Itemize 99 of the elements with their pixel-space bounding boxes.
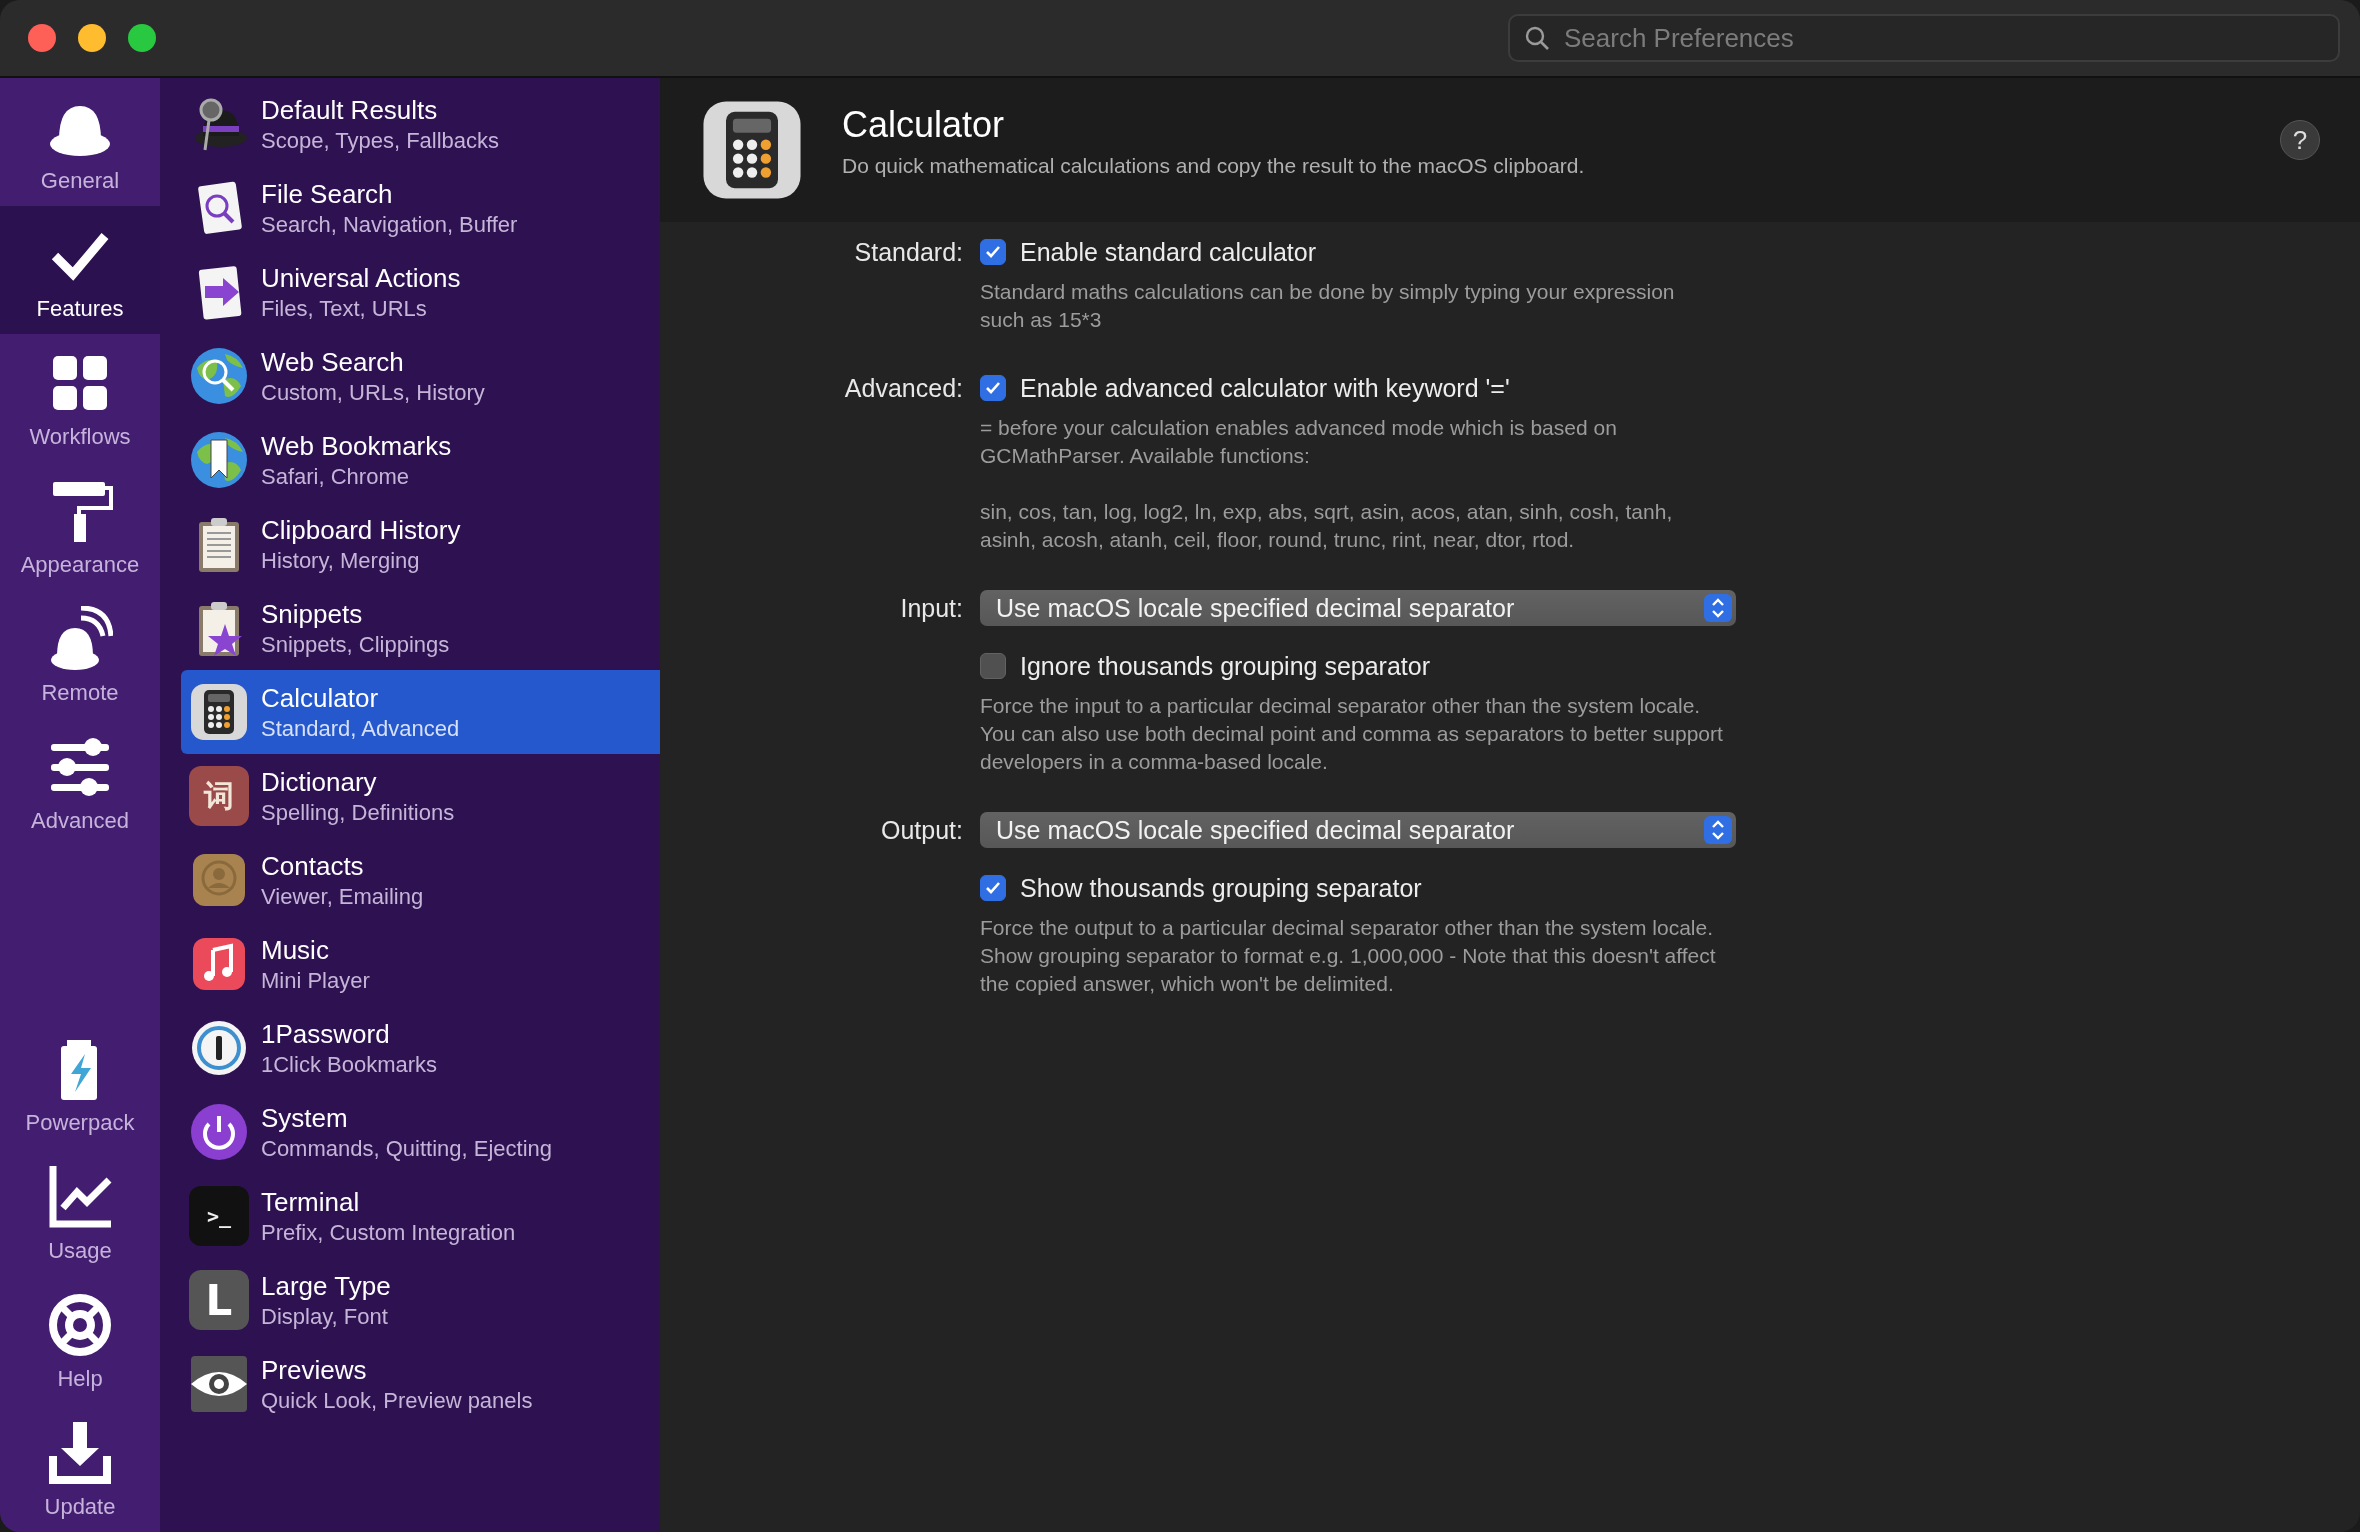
- feature-subtitle: Snippets, Clippings: [261, 631, 450, 658]
- setting-label: Input:: [899, 593, 963, 624]
- feature-title: Contacts: [261, 850, 365, 882]
- setting-description: Force the output to a particular decimal separator other than the system locale. Show grouping separator to format e.g. 1,000,000 - Note that this doesn't affect the copied answer, which won't be delimited.: [980, 915, 1717, 997]
- feature-subtitle: Prefix, Custom Integration: [261, 1219, 516, 1246]
- feature-title: Snippets: [261, 598, 364, 630]
- nav-item[interactable]: Powerpack: [0, 1020, 160, 1148]
- calculator-icon: [189, 682, 249, 742]
- feature-title: Previews: [261, 1354, 368, 1386]
- window-control[interactable]: [78, 24, 106, 52]
- checkbox-label: Ignore thousands grouping separator: [1020, 651, 1430, 681]
- window-control[interactable]: [28, 24, 56, 52]
- setting-label: Standard:: [853, 237, 963, 268]
- feature-item[interactable]: Music Mini Player: [181, 922, 660, 1006]
- feature-subtitle: Quick Look, Preview panels: [261, 1387, 533, 1414]
- keyhole-icon: [189, 1018, 249, 1078]
- dropdown[interactable]: Use macOS locale specified decimal separator: [980, 812, 1736, 848]
- feature-subtitle: Mini Player: [261, 967, 370, 994]
- feature-item[interactable]: Calculator Standard, Advanced: [181, 670, 660, 754]
- feature-title: Universal Actions: [261, 262, 461, 294]
- nav-item[interactable]: Update: [0, 1404, 160, 1532]
- feature-title: Large Type: [261, 1270, 391, 1302]
- feature-subtitle: Display, Font: [261, 1303, 389, 1330]
- setting-label: Output:: [880, 815, 963, 846]
- panel-title: Calculator: [842, 104, 1006, 146]
- nav-item[interactable]: Workflows: [0, 334, 160, 462]
- setting-description: Standard maths calculations can be done by simply typing your expression such as 15*3: [980, 279, 1676, 333]
- checkbox[interactable]: [980, 375, 1006, 401]
- feature-subtitle: 1Click Bookmarks: [261, 1051, 438, 1078]
- feature-title: Terminal: [261, 1186, 361, 1218]
- feature-item[interactable]: Previews Quick Look, Preview panels: [181, 1342, 660, 1426]
- nav-item[interactable]: Advanced: [0, 718, 160, 846]
- nav-item[interactable]: Remote: [0, 590, 160, 718]
- feature-title: Calculator: [261, 682, 380, 714]
- feature-title: Dictionary: [261, 766, 378, 798]
- setting-description: sin, cos, tan, log, log2, ln, exp, abs, sqrt, asin, acos, atan, sinh, cosh, tanh, asinh, acosh, atanh, ceil, floor, round, trunc, rint, near, dtor, rtod.: [980, 499, 1674, 553]
- setting-description: = before your calculation enables advanced mode which is based on GCMathParser. Available functions:: [980, 415, 1618, 469]
- feature-item[interactable]: Web Search Custom, URLs, History: [181, 334, 660, 418]
- feature-item[interactable]: >_ Terminal Prefix, Custom Integration: [181, 1174, 660, 1258]
- feature-title: Default Results: [261, 94, 439, 126]
- feature-title: File Search: [261, 178, 394, 210]
- line-chart-icon: [47, 1164, 113, 1230]
- help-button[interactable]: ?: [2280, 120, 2320, 160]
- feature-subtitle: Commands, Quitting, Ejecting: [261, 1135, 553, 1162]
- feature-subtitle: Viewer, Emailing: [261, 883, 424, 910]
- feature-item[interactable]: 1Password 1Click Bookmarks: [181, 1006, 660, 1090]
- book-icon: 词: [189, 766, 249, 826]
- calculator-icon: [700, 98, 804, 202]
- feature-subtitle: Safari, Chrome: [261, 463, 410, 490]
- lifebuoy-icon: [47, 1292, 113, 1358]
- feature-item[interactable]: System Commands, Quitting, Ejecting: [181, 1090, 660, 1174]
- panel-description: Do quick mathematical calculations and copy the result to the macOS clipboard.: [842, 154, 1585, 178]
- feature-subtitle: Spelling, Definitions: [261, 799, 455, 826]
- feature-item[interactable]: Clipboard History History, Merging: [181, 502, 660, 586]
- window-control[interactable]: [128, 24, 156, 52]
- globe-bookmark-icon: [189, 430, 249, 490]
- feature-item[interactable]: File Search Search, Navigation, Buffer: [181, 166, 660, 250]
- nav-item[interactable]: Help: [0, 1276, 160, 1404]
- feature-title: Web Bookmarks: [261, 430, 452, 462]
- terminal-icon: >_: [189, 1186, 249, 1246]
- feature-title: Music: [261, 934, 330, 966]
- dropdown[interactable]: Use macOS locale specified decimal separator: [980, 590, 1736, 626]
- stepper-icon: [1703, 593, 1733, 623]
- feature-item[interactable]: Snippets Snippets, Clippings: [181, 586, 660, 670]
- feature-item[interactable]: Web Bookmarks Safari, Chrome: [181, 418, 660, 502]
- checkbox-label: Enable standard calculator: [1020, 237, 1317, 267]
- large-type-icon: L: [189, 1270, 249, 1330]
- checkbox[interactable]: [980, 239, 1006, 265]
- setting-label: Advanced:: [843, 373, 963, 404]
- eye-icon: [189, 1354, 249, 1414]
- feature-title: Web Search: [261, 346, 405, 378]
- feature-item[interactable]: Contacts Viewer, Emailing: [181, 838, 660, 922]
- feature-subtitle: Files, Text, URLs: [261, 295, 428, 322]
- globe-magnifier-icon: [189, 346, 249, 406]
- feature-item[interactable]: Default Results Scope, Types, Fallbacks: [181, 82, 660, 166]
- feature-subtitle: Search, Navigation, Buffer: [261, 211, 518, 238]
- feature-subtitle: Standard, Advanced: [261, 715, 460, 742]
- nav-item[interactable]: Appearance: [0, 462, 160, 590]
- checkbox[interactable]: [980, 653, 1006, 679]
- feature-title: Clipboard History: [261, 514, 461, 546]
- feature-item[interactable]: L Large Type Display, Font: [181, 1258, 660, 1342]
- stepper-icon: [1703, 815, 1733, 845]
- feature-item[interactable]: Universal Actions Files, Text, URLs: [181, 250, 660, 334]
- nav-item[interactable]: General: [0, 78, 160, 206]
- feature-subtitle: History, Merging: [261, 547, 421, 574]
- feature-subtitle: Scope, Types, Fallbacks: [261, 127, 500, 154]
- setting-description: Force the input to a particular decimal separator other than the system locale. You can also use both decimal point and comma as separators to better support developers in a comma-based locale.: [980, 693, 1724, 775]
- nav-item[interactable]: Features: [0, 206, 160, 334]
- download-icon: [47, 1420, 113, 1486]
- feature-subtitle: Custom, URLs, History: [261, 379, 485, 406]
- checkbox[interactable]: [980, 875, 1006, 901]
- search-field[interactable]: Search Preferences: [1508, 14, 2340, 62]
- checkbox-label: Enable advanced calculator with keyword '=': [1020, 373, 1510, 403]
- feature-title: 1Password: [261, 1018, 391, 1050]
- feature-title: System: [261, 1102, 349, 1134]
- checkbox-label: Show thousands grouping separator: [1020, 873, 1422, 903]
- nav-item[interactable]: Usage: [0, 1148, 160, 1276]
- feature-item[interactable]: 词 Dictionary Spelling, Definitions: [181, 754, 660, 838]
- power-icon: [189, 1102, 249, 1162]
